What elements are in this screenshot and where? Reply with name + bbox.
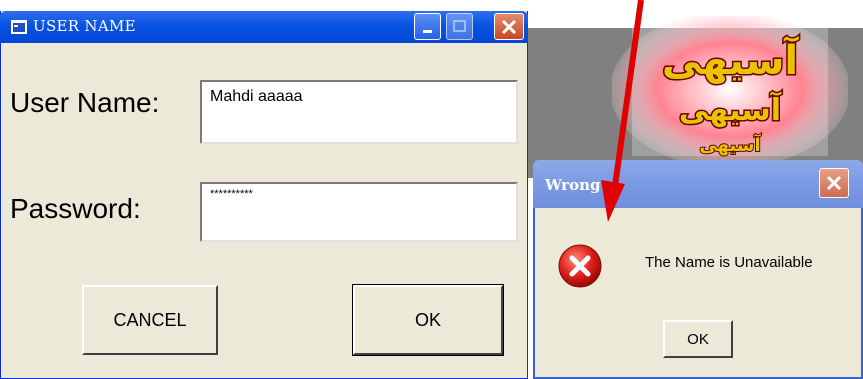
- red-arrow-annotation: [601, 0, 644, 222]
